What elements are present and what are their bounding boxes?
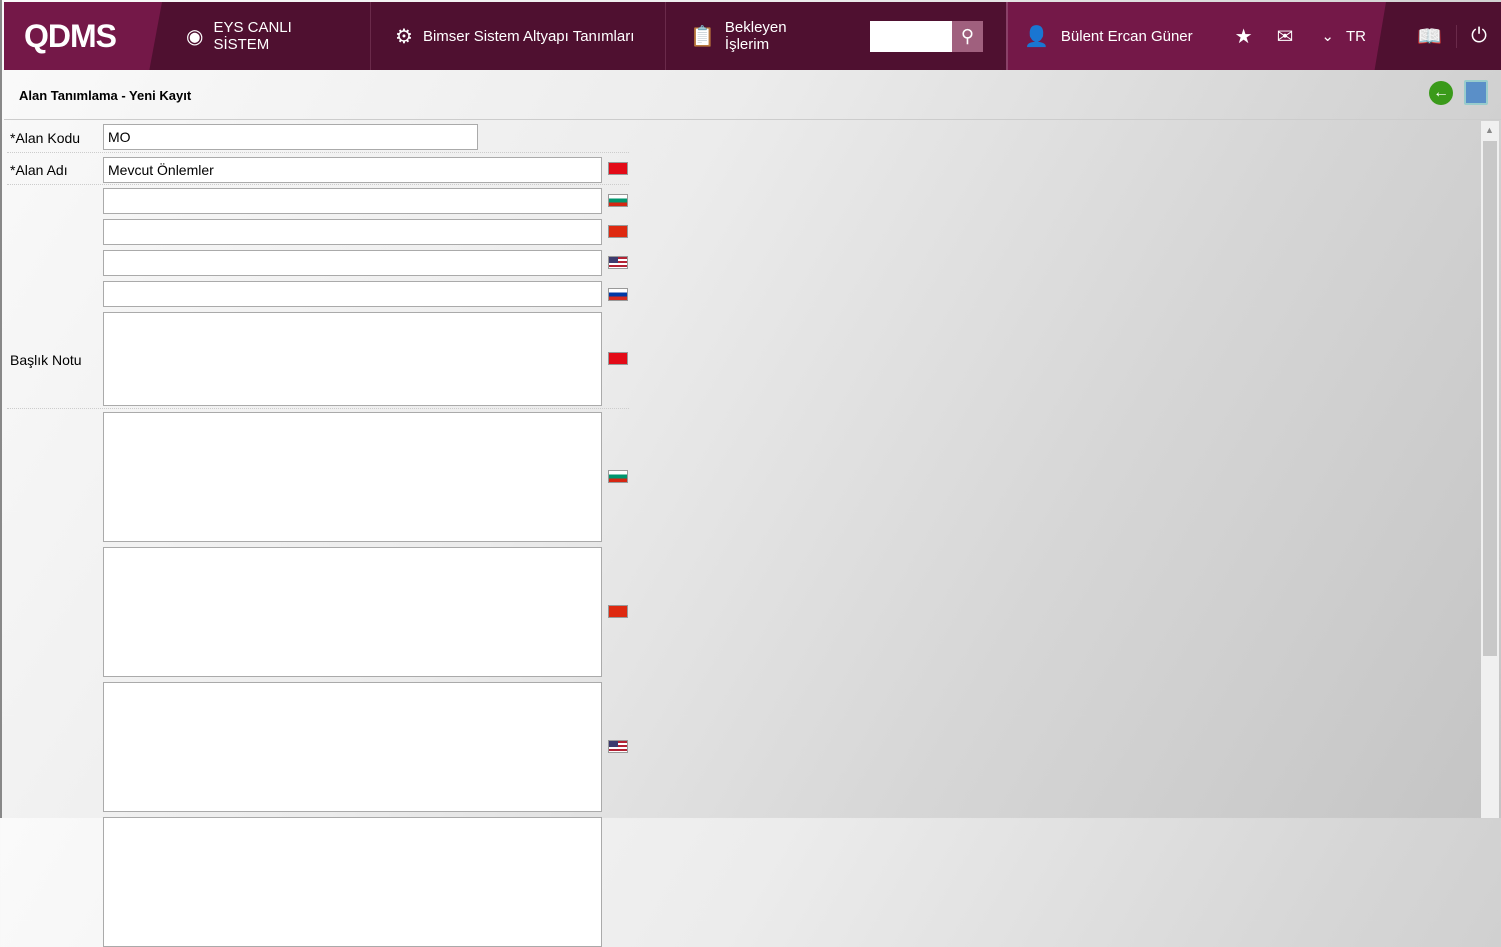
- scrollbar-thumb[interactable]: [1483, 141, 1497, 656]
- nav-pending[interactable]: 📋 Bekleyen İşlerim: [666, 2, 856, 70]
- flag-cn-icon: [608, 605, 628, 618]
- page-title: Alan Tanımlama - Yeni Kayıt: [19, 88, 192, 103]
- q-icon: ◉: [186, 25, 204, 48]
- note-label: Başlık Notu: [10, 352, 82, 368]
- star-icon[interactable]: ★: [1235, 24, 1253, 49]
- textarea-ru[interactable]: [103, 817, 602, 947]
- name-input-bg[interactable]: [103, 188, 602, 214]
- name-input-us[interactable]: [103, 250, 602, 276]
- user-menu[interactable]: 👤 Bülent Ercan Güner ★ ✉ ⌄ TR: [1006, 2, 1386, 70]
- mail-icon[interactable]: ✉: [1277, 24, 1294, 49]
- page-toolbar: Alan Tanımlama - Yeni Kayıt ←: [4, 70, 1501, 120]
- search-input[interactable]: [870, 21, 952, 52]
- flag-bg-icon: [608, 194, 628, 207]
- code-label: *Alan Kodu: [10, 130, 81, 146]
- scroll-up-icon[interactable]: ▲: [1485, 125, 1494, 135]
- chevron-down-icon[interactable]: ⌄: [1321, 27, 1334, 45]
- flag-tr-icon: [608, 352, 628, 365]
- nav-label: Bekleyen İşlerim: [724, 19, 787, 53]
- textarea-bg[interactable]: [103, 412, 602, 542]
- note-textarea-tr[interactable]: [103, 312, 602, 406]
- name-input-cn[interactable]: [103, 219, 602, 245]
- save-icon[interactable]: [1464, 80, 1488, 105]
- flag-us-icon: [608, 740, 628, 753]
- nav-label: EYS CANLI SİSTEM: [213, 19, 292, 53]
- flag-cn-icon: [608, 225, 628, 238]
- nav-label: Bimser Sistem Altyapı Tanımları: [422, 27, 635, 45]
- flag-bg-icon: [608, 470, 628, 483]
- divider: [7, 152, 629, 153]
- flag-ru-icon: [608, 288, 628, 301]
- gear-icon: ⚙: [395, 25, 413, 48]
- nav-eys[interactable]: ◉ EYS CANLI SİSTEM: [162, 2, 371, 70]
- name-input-ru[interactable]: [103, 281, 602, 307]
- code-input[interactable]: [103, 124, 478, 150]
- divider: [7, 408, 629, 409]
- name-input-tr[interactable]: [103, 157, 602, 183]
- language-selector[interactable]: TR: [1346, 28, 1366, 45]
- textarea-cn[interactable]: [103, 547, 602, 677]
- user-name: Bülent Ercan Güner: [1060, 27, 1193, 45]
- flag-tr-icon: [608, 162, 628, 175]
- textarea-us[interactable]: [103, 682, 602, 812]
- user-icon: 👤: [1024, 25, 1049, 48]
- search-box: ⚲: [870, 21, 983, 52]
- header-right: 📖 ⏻: [1403, 2, 1501, 70]
- power-icon[interactable]: ⏻: [1456, 24, 1501, 48]
- top-navbar: QDMS ◉ EYS CANLI SİSTEM ⚙ Bimser Sistem Al…: [4, 2, 1501, 70]
- manual-icon[interactable]: 📖: [1403, 24, 1456, 49]
- flag-us-icon: [608, 256, 628, 269]
- name-label: *Alan Adı: [10, 162, 68, 178]
- logo[interactable]: QDMS: [4, 2, 162, 70]
- clipboard-icon: 📋: [690, 25, 715, 48]
- divider: [7, 184, 629, 185]
- scrollbar[interactable]: ▲: [1481, 121, 1499, 818]
- back-arrow-icon[interactable]: ←: [1429, 81, 1453, 105]
- nav-bimser[interactable]: ⚙ Bimser Sistem Altyapı Tanımları: [371, 2, 666, 70]
- search-icon[interactable]: ⚲: [952, 21, 983, 52]
